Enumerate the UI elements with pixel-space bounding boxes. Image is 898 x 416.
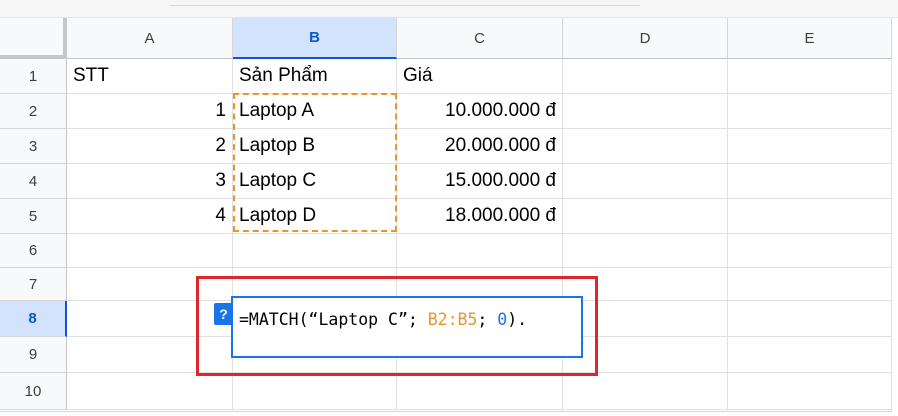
cell-e2[interactable] bbox=[728, 94, 892, 129]
cell-a6[interactable] bbox=[67, 234, 233, 268]
cell-e7[interactable] bbox=[728, 268, 892, 301]
cell-b1[interactable]: Sản Phẩm bbox=[233, 59, 397, 94]
row-header-1[interactable]: 1 bbox=[0, 59, 67, 94]
row-header-9[interactable]: 9 bbox=[0, 337, 67, 373]
referenced-range-highlight bbox=[233, 93, 397, 232]
cell-d4[interactable] bbox=[563, 164, 728, 199]
formula-match-type-token: 0 bbox=[497, 310, 508, 329]
row-header-4[interactable]: 4 bbox=[0, 164, 67, 199]
formula-separator: ; bbox=[477, 310, 498, 329]
cell-a1[interactable]: STT bbox=[67, 59, 233, 94]
spreadsheet-window: A B C D E 1 2 3 4 5 6 7 8 9 10 STT Sản P… bbox=[0, 0, 898, 416]
cell-c4[interactable]: 15.000.000 đ bbox=[397, 164, 563, 199]
row-header-7[interactable]: 7 bbox=[0, 268, 67, 301]
cell-a10[interactable] bbox=[67, 373, 233, 410]
cell-e4[interactable] bbox=[728, 164, 892, 199]
column-header-c[interactable]: C bbox=[397, 18, 563, 59]
cell-e5[interactable] bbox=[728, 199, 892, 234]
row-header-3[interactable]: 3 bbox=[0, 129, 67, 164]
cell-e9[interactable] bbox=[728, 337, 892, 373]
cell-c1[interactable]: Giá bbox=[397, 59, 563, 94]
cell-e6[interactable] bbox=[728, 234, 892, 268]
cell-a5[interactable]: 4 bbox=[67, 199, 233, 234]
column-header-b[interactable]: B bbox=[233, 18, 397, 59]
column-header-d[interactable]: D bbox=[563, 18, 728, 59]
row-header-8[interactable]: 8 bbox=[0, 301, 67, 337]
cell-d6[interactable] bbox=[563, 234, 728, 268]
formula-bar-remnant bbox=[170, 0, 640, 6]
formula-help-icon[interactable]: ? bbox=[214, 303, 233, 325]
formula-text[interactable]: =MATCH(“Laptop C”; B2:B5; 0). bbox=[239, 310, 527, 329]
formula-prefix: =MATCH(“Laptop C”; bbox=[239, 310, 428, 329]
row-header-2[interactable]: 2 bbox=[0, 94, 67, 129]
cell-a3[interactable]: 2 bbox=[67, 129, 233, 164]
cell-c5[interactable]: 18.000.000 đ bbox=[397, 199, 563, 234]
cell-d2[interactable] bbox=[563, 94, 728, 129]
cell-d5[interactable] bbox=[563, 199, 728, 234]
cell-d10[interactable] bbox=[563, 373, 728, 410]
cell-b6[interactable] bbox=[233, 234, 397, 268]
row-header-10[interactable]: 10 bbox=[0, 373, 67, 410]
cell-b10[interactable] bbox=[233, 373, 397, 410]
cell-c3[interactable]: 20.000.000 đ bbox=[397, 129, 563, 164]
cell-c2[interactable]: 10.000.000 đ bbox=[397, 94, 563, 129]
cell-e8[interactable] bbox=[728, 301, 892, 337]
cell-c10[interactable] bbox=[397, 373, 563, 410]
select-all-corner[interactable] bbox=[0, 18, 67, 59]
column-header-a[interactable]: A bbox=[67, 18, 233, 59]
column-header-e[interactable]: E bbox=[728, 18, 892, 59]
cell-a2[interactable]: 1 bbox=[67, 94, 233, 129]
formula-suffix: ). bbox=[507, 310, 528, 329]
row-header-5[interactable]: 5 bbox=[0, 199, 67, 234]
formula-editor[interactable]: =MATCH(“Laptop C”; B2:B5; 0). bbox=[231, 296, 583, 358]
cell-e10[interactable] bbox=[728, 373, 892, 410]
cell-e1[interactable] bbox=[728, 59, 892, 94]
cell-a4[interactable]: 3 bbox=[67, 164, 233, 199]
cell-e3[interactable] bbox=[728, 129, 892, 164]
cell-d1[interactable] bbox=[563, 59, 728, 94]
cell-c6[interactable] bbox=[397, 234, 563, 268]
formula-bar-strip bbox=[0, 0, 898, 18]
row-header-6[interactable]: 6 bbox=[0, 234, 67, 268]
formula-range-token: B2:B5 bbox=[427, 310, 478, 329]
cell-d3[interactable] bbox=[563, 129, 728, 164]
